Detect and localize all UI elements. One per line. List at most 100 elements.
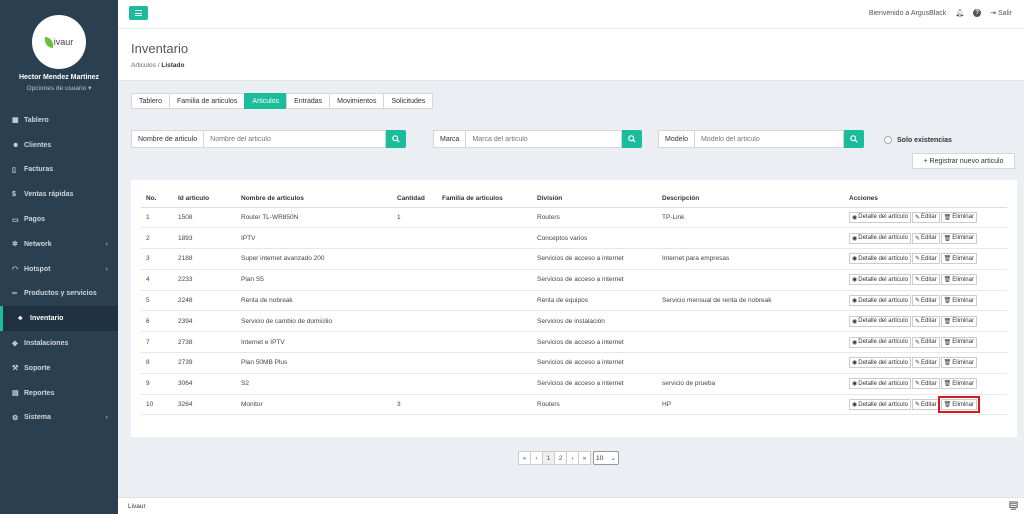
tab-entradas[interactable]: Entradas xyxy=(286,93,331,109)
tools-icon: ✥ xyxy=(12,340,18,348)
delete-button[interactable]: 🗑︎ Eliminar xyxy=(940,211,977,223)
sidebar-item-pagos[interactable]: ▭ Pagos xyxy=(0,207,118,232)
detail-button[interactable]: ◉ Detalle del artículo xyxy=(849,253,911,265)
chevron-left-icon: ‹ xyxy=(105,414,108,422)
tab-movimientos[interactable]: Movimientos xyxy=(329,93,385,109)
edit-button-label: Editar xyxy=(920,339,937,346)
sidebar-item-label: Pagos xyxy=(24,216,46,224)
edit-button[interactable]: ✎ Editar xyxy=(911,357,940,369)
edit-button[interactable]: ✎ Editar xyxy=(911,399,940,411)
nombre-input[interactable] xyxy=(204,130,387,148)
sidebar-item-hotspot[interactable]: ◠ Hotspot ‹ xyxy=(0,257,118,282)
delete-button[interactable]: 🗑︎ Eliminar xyxy=(940,295,977,307)
footer: Livaur xyxy=(118,497,1024,514)
delete-button-label: Eliminar xyxy=(952,380,974,387)
sidebar-item-productos[interactable]: ∞ Productos y servicios xyxy=(0,282,118,307)
bell-icon[interactable]: 🔔︎ xyxy=(955,9,964,17)
new-article-button[interactable]: + Registrar nuevo articulo xyxy=(912,153,1015,169)
search-icon xyxy=(392,135,400,143)
search-marca-button[interactable] xyxy=(622,130,643,148)
edit-button-label: Editar xyxy=(920,359,937,366)
wrench-icon: ⚒ xyxy=(12,365,19,373)
user-options-dropdown[interactable]: Opciones de usuario ▾ xyxy=(27,84,92,92)
cell-name: Servicio de cambio de domicilio xyxy=(236,310,392,333)
search-icon xyxy=(628,135,637,143)
delete-button[interactable]: 🗑︎ Eliminar xyxy=(940,253,977,265)
cell-division: Servicios de acceso a internet xyxy=(532,248,657,270)
table-row: 4 2233 Plan S5 Servicios de acceso a intern… xyxy=(141,269,1007,291)
edit-button[interactable]: ✎ Editar xyxy=(911,211,940,223)
detail-button[interactable]: ◉ Detalle del artículo xyxy=(849,399,911,411)
cell-id: 3264 xyxy=(173,394,236,416)
logout-link[interactable]: ⇥ Salir xyxy=(990,9,1012,17)
cell-family xyxy=(437,269,532,291)
eye-icon: ◉ xyxy=(852,402,858,409)
detail-button[interactable]: ◉ Detalle del artículo xyxy=(849,378,911,390)
sidebar-item-sistema[interactable]: ⚙ Sistema ‹ xyxy=(0,406,118,431)
sidebar-item-clientes[interactable]: ☻ Clientes xyxy=(0,133,118,158)
cell-desc xyxy=(657,269,844,291)
cell-id: 2394 xyxy=(173,310,236,333)
detail-button[interactable]: ◉ Detalle del artículo xyxy=(849,274,911,286)
edit-button[interactable]: ✎ Editar xyxy=(911,378,940,390)
tab-solicitudes[interactable]: Solicitudes xyxy=(383,93,434,109)
sidebar-item-tablero[interactable]: ▦ Tablero xyxy=(0,108,118,133)
delete-button[interactable]: 🗑︎ Eliminar xyxy=(940,378,977,390)
tab-articulos[interactable]: Articulos xyxy=(244,93,288,109)
solo-existencias-toggle[interactable]: Solo existencias xyxy=(884,136,952,144)
delete-button[interactable]: 🗑︎ Eliminar xyxy=(937,396,980,414)
detail-button[interactable]: ◉ Detalle del artículo xyxy=(849,357,911,369)
detail-button-label: Detalle del artículo xyxy=(858,359,908,366)
detail-button[interactable]: ◉ Detalle del artículo xyxy=(849,211,911,223)
sidebar-item-inventario[interactable]: ♣ Inventario xyxy=(0,306,118,332)
delete-button[interactable]: 🗑︎ Eliminar xyxy=(940,357,977,369)
cell-family xyxy=(437,373,532,395)
edit-button[interactable]: ✎ Editar xyxy=(911,315,940,327)
solo-existencias-checkbox[interactable] xyxy=(884,136,892,144)
delete-button[interactable]: 🗑︎ Eliminar xyxy=(940,315,977,327)
cell-division: Servicios de acceso a internet xyxy=(532,331,657,354)
breadcrumb-parent[interactable]: Articulos xyxy=(131,62,156,69)
delete-button[interactable]: 🗑︎ Eliminar xyxy=(940,274,977,286)
search-modelo-button[interactable] xyxy=(843,130,864,148)
pencil-icon: ✎ xyxy=(914,277,920,284)
edit-button[interactable]: ✎ Editar xyxy=(911,253,940,265)
edit-button[interactable]: ✎ Editar xyxy=(911,295,940,307)
cell-id: 2233 xyxy=(173,269,236,291)
sidebar-item-ventas[interactable]: $ Ventas rápidas xyxy=(0,182,118,207)
col-header-desc: Descripción xyxy=(657,190,844,208)
tab-familia[interactable]: Familia de articulos xyxy=(168,93,246,109)
edit-button[interactable]: ✎ Editar xyxy=(911,336,940,348)
help-icon[interactable]: ? xyxy=(973,9,982,17)
cell-actions: ◉ Detalle del artículo ✎ Editar 🗑︎ Eliminar xyxy=(844,373,1007,395)
sidebar-item-facturas[interactable]: ▯ Facturas xyxy=(0,158,118,183)
detail-button-label: Detalle del artículo xyxy=(858,339,908,346)
delete-button[interactable]: 🗑︎ Eliminar xyxy=(940,232,977,244)
sidebar-item-reportes[interactable]: ▤ Reportes xyxy=(0,381,118,406)
edit-button[interactable]: ✎ Editar xyxy=(911,232,940,244)
sidebar-item-soporte[interactable]: ⚒ Soporte xyxy=(0,356,118,381)
detail-button[interactable]: ◉ Detalle del artículo xyxy=(849,315,911,327)
cell-actions: ◉ Detalle del artículo ✎ Editar 🗑︎ Eliminar xyxy=(844,248,1007,270)
cell-division: Renta de equipos xyxy=(532,290,657,312)
sidebar-item-instalaciones[interactable]: ✥ Instalaciones xyxy=(0,331,118,356)
delete-button[interactable]: 🗑︎ Eliminar xyxy=(940,336,977,348)
search-nombre-button[interactable] xyxy=(386,130,407,148)
page-last-button[interactable]: » xyxy=(578,451,591,465)
page-size-select[interactable]: 10 ⌄ xyxy=(593,451,619,465)
edit-button[interactable]: ✎ Editar xyxy=(911,274,940,286)
menu-toggle-button[interactable] xyxy=(129,6,148,20)
top-right-area: Bienvenido a ArgusBlack 🔔︎ ? ⇥ Salir xyxy=(869,9,1012,17)
delete-button-label: Eliminar xyxy=(952,401,974,408)
detail-button[interactable]: ◉ Detalle del artículo xyxy=(849,232,911,244)
detail-button[interactable]: ◉ Detalle del artículo xyxy=(849,295,911,307)
modelo-input[interactable] xyxy=(694,130,844,148)
marca-input[interactable] xyxy=(466,130,623,148)
tab-tablero[interactable]: Tablero xyxy=(131,93,170,109)
chat-icon[interactable] xyxy=(1009,501,1018,511)
sidebar-item-label: Network xyxy=(24,240,52,248)
detail-button[interactable]: ◉ Detalle del artículo xyxy=(849,336,911,348)
cell-division: Conceptos varios xyxy=(532,227,657,250)
pencil-icon: ✎ xyxy=(914,360,920,367)
sidebar-item-network[interactable]: ✲ Network ‹ xyxy=(0,232,118,257)
